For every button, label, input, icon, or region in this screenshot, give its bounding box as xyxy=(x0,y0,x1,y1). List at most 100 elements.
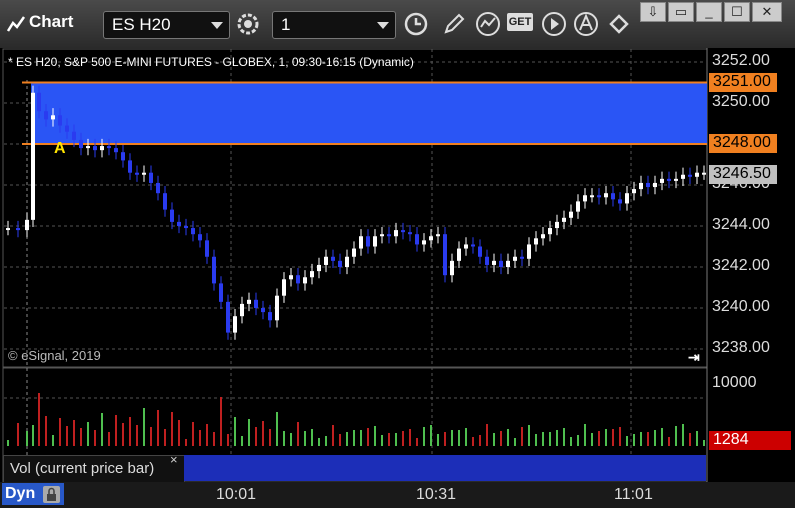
lock-icon[interactable] xyxy=(43,486,60,503)
study-icon[interactable] xyxy=(474,10,502,38)
candle-body xyxy=(177,221,181,226)
volume-bar xyxy=(241,436,243,446)
candle-body xyxy=(268,312,272,321)
volume-bar xyxy=(360,430,362,446)
zone-low-value: 3248.00 xyxy=(713,134,771,151)
volume-bar xyxy=(381,435,383,446)
volume-bar xyxy=(234,417,236,446)
candle-body xyxy=(107,146,111,149)
candle-body xyxy=(618,199,622,204)
price-tick-label: 3244.00 xyxy=(712,216,770,233)
candle-body xyxy=(576,201,580,212)
candle-body xyxy=(660,178,664,183)
volume-bar xyxy=(528,425,530,446)
candle-body xyxy=(401,230,405,233)
candle-body xyxy=(520,256,524,259)
volume-bar xyxy=(52,435,54,446)
candle-body xyxy=(100,146,104,151)
candle-body xyxy=(289,275,293,280)
minimize-icon[interactable]: _ xyxy=(696,2,722,22)
tile-window-icon[interactable]: ▭ xyxy=(668,2,694,22)
candle-body xyxy=(93,146,97,151)
candle-body xyxy=(681,174,685,179)
pencil-icon[interactable] xyxy=(440,10,468,38)
volume-bar xyxy=(129,417,131,446)
volume-bar xyxy=(598,431,600,446)
price-zone-rectangle[interactable] xyxy=(31,82,707,145)
volume-bar xyxy=(353,430,355,446)
volume-bar xyxy=(486,424,488,446)
candle-body xyxy=(156,182,160,194)
maximize-icon[interactable]: ☐ xyxy=(724,2,750,22)
candle-body xyxy=(632,189,636,194)
candle-body xyxy=(44,111,48,120)
volume-bar xyxy=(199,430,201,446)
candle-body xyxy=(247,299,251,304)
volume-bar xyxy=(409,429,411,446)
clock-icon[interactable] xyxy=(402,10,430,38)
candle-body xyxy=(317,264,321,272)
volume-bar xyxy=(185,439,187,446)
volume-bar xyxy=(493,433,495,446)
candle-body xyxy=(541,234,545,239)
volume-bar xyxy=(26,431,28,446)
volume-bar xyxy=(451,430,453,446)
candle-body xyxy=(128,160,132,173)
volume-bar xyxy=(430,425,432,446)
candle-body xyxy=(646,182,650,188)
volume-bar xyxy=(500,431,502,446)
volume-bar xyxy=(367,428,369,446)
price-tick-label: 3250.00 xyxy=(712,93,770,110)
candle-body xyxy=(625,193,629,204)
link-icon[interactable] xyxy=(605,10,633,38)
volume-bar xyxy=(514,438,516,446)
candle-body xyxy=(667,178,671,181)
restore-down-icon[interactable]: ⇩ xyxy=(640,2,666,22)
scroll-to-end-icon[interactable]: ⇥ xyxy=(688,349,700,366)
volume-study-label[interactable]: Vol (current price bar) xyxy=(3,455,185,483)
volume-bar xyxy=(577,435,579,446)
volume-bar xyxy=(675,426,677,446)
candle-body xyxy=(345,256,349,267)
volume-bar xyxy=(339,434,341,446)
volume-bar xyxy=(444,432,446,446)
alert-icon[interactable] xyxy=(572,10,600,38)
candle-body xyxy=(352,248,356,257)
volume-bar xyxy=(318,438,320,446)
candle-body xyxy=(674,178,678,181)
candle-body xyxy=(611,193,615,200)
volume-bar xyxy=(388,433,390,446)
play-icon[interactable] xyxy=(540,10,568,38)
volume-bar xyxy=(703,440,705,446)
volume-bar xyxy=(178,420,180,446)
volume-bar xyxy=(654,430,656,446)
volume-bar xyxy=(696,431,698,446)
chart-app-icon xyxy=(6,16,26,32)
candle-body xyxy=(79,139,83,149)
candle-body xyxy=(562,217,566,222)
get-data-button[interactable]: GET xyxy=(507,13,533,31)
settings-gear-icon[interactable] xyxy=(234,10,262,38)
volume-bar xyxy=(395,433,397,446)
candle-body xyxy=(359,236,363,249)
symbol-combo[interactable]: ES H20 xyxy=(103,11,230,39)
volume-bar xyxy=(297,422,299,446)
volume-bar xyxy=(220,397,222,446)
volume-bar xyxy=(626,436,628,446)
candle-body xyxy=(590,195,594,198)
volume-bar xyxy=(535,434,537,446)
volume-bar xyxy=(416,438,418,446)
close-icon[interactable]: ✕ xyxy=(752,2,782,22)
volume-bar xyxy=(227,434,229,446)
price-chart[interactable] xyxy=(0,48,795,482)
dyn-label: Dyn xyxy=(5,485,36,502)
candle-body xyxy=(191,228,195,235)
candle-body xyxy=(233,316,237,333)
close-study-icon[interactable]: × xyxy=(170,452,178,467)
volume-bar xyxy=(458,430,460,446)
candle-body xyxy=(506,260,510,267)
interval-value: 1 xyxy=(281,15,291,34)
volume-bar xyxy=(38,393,40,446)
interval-combo[interactable]: 1 xyxy=(272,11,396,39)
volume-bar xyxy=(311,429,313,446)
